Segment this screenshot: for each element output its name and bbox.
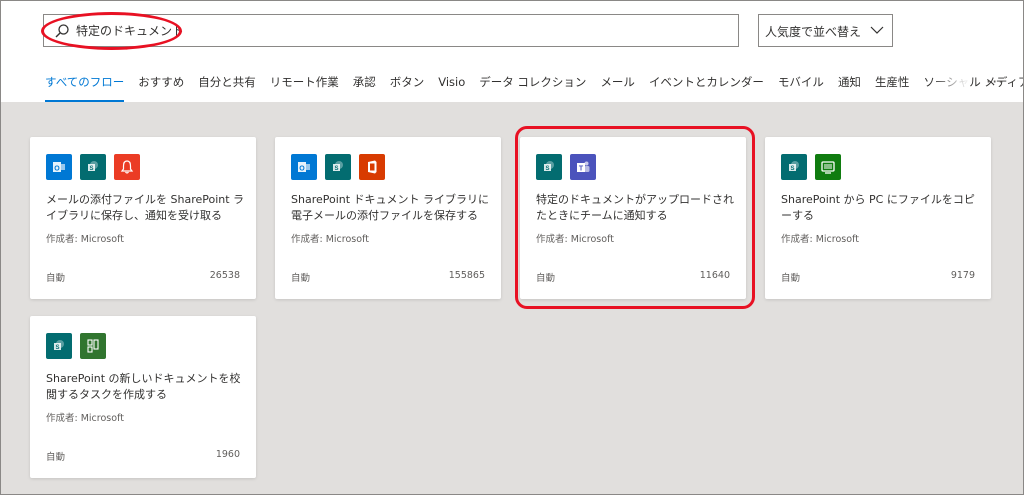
planner-icon: [80, 333, 106, 359]
tabs-fade: [930, 70, 970, 98]
card-usage-count: 9179: [950, 270, 975, 281]
sharepoint-icon: S: [781, 154, 807, 180]
svg-text:S: S: [334, 166, 338, 172]
template-card[interactable]: S T 特定のドキュメントがアップロードされたときにチームに通知する 作成者: …: [520, 137, 746, 299]
card-usage-count: 1960: [215, 449, 240, 460]
svg-text:S: S: [790, 166, 794, 172]
teams-icon: T: [570, 154, 596, 180]
card-type: 自動: [291, 273, 311, 284]
connector-icons: O S: [291, 154, 393, 180]
tab-all-flows[interactable]: すべてのフロー: [45, 70, 125, 102]
sharepoint-icon: S: [46, 333, 72, 359]
svg-text:O: O: [54, 166, 60, 173]
tab-data-collection[interactable]: データ コレクション: [479, 70, 586, 102]
sort-label: 人気度で並べ替え: [765, 25, 862, 39]
tab-button[interactable]: ボタン: [390, 70, 425, 102]
more-options-icon[interactable]: ···: [986, 72, 1004, 91]
svg-text:O: O: [299, 166, 305, 173]
template-card[interactable]: O S メールの添付ファイルを SharePoint ライブラリに保存し、通知を…: [30, 137, 256, 299]
template-card[interactable]: S SharePoint の新しいドキュメントを校閲するタスクを作成する 作成者…: [30, 316, 256, 478]
chevron-down-icon: [870, 26, 884, 34]
card-author: 作成者: Microsoft: [781, 234, 859, 245]
tab-notifications[interactable]: 通知: [838, 70, 861, 102]
sharepoint-icon: S: [536, 154, 562, 180]
card-title: SharePoint の新しいドキュメントを校閲するタスクを作成する: [46, 372, 241, 401]
card-type: 自動: [46, 273, 66, 284]
connector-icons: S T: [536, 154, 604, 180]
tab-shared-with-me[interactable]: 自分と共有: [198, 70, 256, 102]
template-card[interactable]: S SharePoint から PC にファイルをコピーする 作成者: Micr…: [765, 137, 991, 299]
tab-recommended[interactable]: おすすめ: [138, 70, 184, 102]
card-type: 自動: [536, 273, 556, 284]
header: 人気度で並べ替え すべてのフローおすすめ自分と共有リモート作業承認ボタン Visi…: [0, 0, 1024, 102]
card-title: SharePoint ドキュメント ライブラリに電子メールの添付ファイルを保存す…: [291, 193, 490, 222]
card-title: 特定のドキュメントがアップロードされたときにチームに通知する: [536, 193, 734, 222]
sharepoint-icon: S: [325, 154, 351, 180]
card-usage-count: 155865: [448, 270, 485, 281]
outlook-icon: O: [46, 154, 72, 180]
tab-visio[interactable]: Visio: [438, 70, 465, 102]
sharepoint-icon: S: [80, 154, 106, 180]
sort-dropdown[interactable]: 人気度で並べ替え: [758, 14, 893, 47]
office365-icon: [359, 154, 385, 180]
connector-icons: S: [46, 333, 114, 359]
tab-remote-work[interactable]: リモート作業: [270, 70, 339, 102]
card-author: 作成者: Microsoft: [536, 234, 614, 245]
card-author: 作成者: Microsoft: [46, 413, 124, 424]
category-tabs: すべてのフロー おすすめ 自分と共有 リモート作業 承認 ボタン Visio データ コレクシ…: [45, 70, 1024, 102]
tab-approval[interactable]: 承認: [353, 70, 376, 102]
card-author: 作成者: Microsoft: [291, 234, 369, 245]
template-card[interactable]: O S SharePoint ドキュメント ライブラリに電子メールの添付ファイル…: [275, 137, 501, 299]
card-title: SharePoint から PC にファイルをコピーする: [781, 193, 975, 222]
svg-text:S: S: [89, 166, 93, 172]
tab-email[interactable]: メール: [600, 70, 635, 102]
connector-icons: S: [781, 154, 849, 180]
card-type: 自動: [781, 273, 801, 284]
svg-text:T: T: [579, 166, 584, 173]
pc-icon: [815, 154, 841, 180]
card-title: メールの添付ファイルを SharePoint ライブラリに保存し、通知を受け取る: [46, 193, 245, 222]
tab-mobile[interactable]: モバイル: [778, 70, 824, 102]
card-usage-count: 11640: [699, 270, 730, 281]
search-input[interactable]: [76, 23, 716, 37]
svg-text:S: S: [55, 345, 59, 351]
card-usage-count: 26538: [209, 270, 240, 281]
search-box[interactable]: [43, 14, 739, 47]
card-type: 自動: [46, 452, 66, 463]
notification-icon: [114, 154, 140, 180]
search-icon: [55, 24, 69, 38]
tab-productivity[interactable]: 生産性: [875, 70, 910, 102]
svg-text:S: S: [545, 166, 549, 172]
card-author: 作成者: Microsoft: [46, 234, 124, 245]
connector-icons: O S: [46, 154, 148, 180]
tab-events-calendar[interactable]: イベントとカレンダー: [649, 70, 764, 102]
outlook-icon: O: [291, 154, 317, 180]
